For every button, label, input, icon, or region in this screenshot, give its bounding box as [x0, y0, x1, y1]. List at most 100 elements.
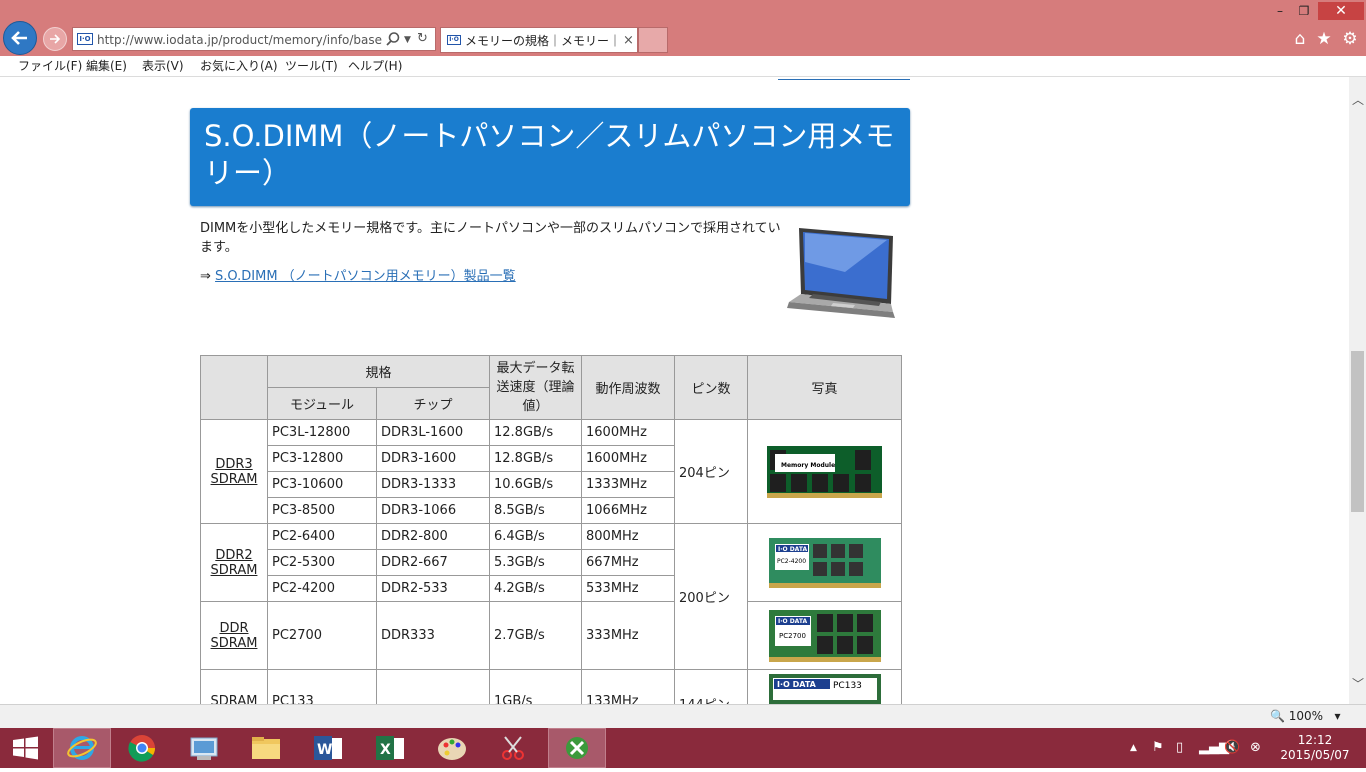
taskbar-snipping-tool[interactable] — [485, 728, 543, 768]
pins-cell-sdram: 144ピン — [674, 669, 748, 704]
clock-date: 2015/05/07 — [1280, 748, 1350, 762]
address-url[interactable]: http://www.iodata.jp/product/memory/info… — [97, 32, 382, 48]
corner-header-cell — [200, 355, 268, 420]
taskbar-word[interactable]: W — [299, 728, 357, 768]
module-cell: PC3-10600 — [267, 471, 377, 498]
scrollbar-thumb[interactable] — [1351, 351, 1364, 512]
type-link-ddr2[interactable]: DDR2 SDRAM — [211, 548, 258, 578]
menu-favorites[interactable]: お気に入り(A) — [200, 58, 278, 74]
favorites-star-icon[interactable]: ★ — [1314, 29, 1334, 49]
type-cell-sdram: SDRAM — [200, 669, 268, 704]
module-label-sub: PC2700 — [779, 632, 806, 640]
freq-cell: 533MHz — [581, 575, 675, 602]
settings-gear-icon[interactable]: ⚙ — [1340, 29, 1360, 49]
pins-cell-ddr3: 204ピン — [674, 419, 748, 524]
memory-module-ddr2-image: I·O DATA PC2-4200 — [768, 537, 881, 588]
laptop-image — [787, 228, 895, 318]
taskbar-file-explorer[interactable] — [237, 728, 295, 768]
rate-cell: 5.3GB/s — [489, 549, 582, 576]
browser-titlebar: I·O http://www.iodata.jp/product/memory/… — [0, 0, 1366, 56]
freq-cell: 1066MHz — [581, 497, 675, 524]
chip-cell: DDR3-1066 — [376, 497, 490, 524]
volume-muted-icon[interactable]: 🔇 — [1224, 740, 1240, 756]
back-button[interactable] — [3, 21, 37, 55]
photo-cell-ddr3: Memory Module — [747, 419, 902, 524]
restore-button[interactable]: ❐ — [1292, 2, 1316, 20]
type-link-ddr3[interactable]: DDR3 SDRAM — [211, 457, 258, 487]
rate-cell: 6.4GB/s — [489, 523, 582, 550]
zoom-dropdown-icon[interactable]: ▾ — [1327, 709, 1341, 723]
notification-icon[interactable]: ⊗ — [1250, 740, 1261, 756]
desktop-app-icon — [190, 737, 218, 760]
address-bar[interactable]: I·O http://www.iodata.jp/product/memory/… — [72, 27, 436, 51]
tray-overflow-icon[interactable]: ▲ — [1130, 740, 1137, 756]
minimize-button[interactable]: – — [1268, 2, 1292, 20]
rate-cell: 8.5GB/s — [489, 497, 582, 524]
chip-cell: DDR3L-1600 — [376, 419, 490, 446]
refresh-icon[interactable]: ↻ — [417, 31, 428, 47]
paint-palette-icon — [438, 738, 466, 760]
taskbar-remote-desktop[interactable] — [175, 728, 233, 768]
module-label-sub: PC133 — [833, 681, 862, 691]
module-label-text: I·O DATA — [778, 546, 807, 553]
tab-active[interactable]: I·O メモリーの規格｜メモリー｜IO... × — [440, 27, 638, 53]
header-pins: ピン数 — [674, 355, 748, 420]
menu-view[interactable]: 表示(V) — [142, 58, 184, 74]
rate-cell: 2.7GB/s — [489, 601, 582, 670]
header-module: モジュール — [267, 387, 377, 420]
section-description: DIMMを小型化したメモリー規格です。主にノートパソコンや一部のスリムパソコンで… — [200, 221, 781, 255]
type-cell-ddr2: DDR2 SDRAM — [200, 523, 268, 602]
search-icon[interactable] — [385, 31, 401, 47]
chip-cell: DDR2-533 — [376, 575, 490, 602]
taskbar-chrome[interactable] — [113, 728, 171, 768]
forward-button[interactable] — [43, 27, 67, 51]
product-link-row: ⇒ S.O.DIMM （ノートパソコン用メモリー）製品一覧 — [200, 268, 516, 286]
tab-title: メモリーの規格｜メモリー｜IO... — [465, 34, 620, 48]
taskbar-active-app[interactable] — [548, 728, 606, 768]
module-label-text: I·O DATA — [778, 618, 807, 625]
module-cell: PC2-4200 — [267, 575, 377, 602]
memory-module-sdram-image: I·O DATA PC133 — [768, 674, 881, 704]
table-row: DDR3 SDRAM PC3L-12800 DDR3L-1600 12.8GB/… — [200, 419, 902, 524]
menu-help[interactable]: ヘルプ(H) — [348, 58, 402, 74]
clock[interactable]: 12:12 2015/05/07 — [1280, 733, 1350, 763]
zoom-control[interactable]: 🔍 100% ▾ — [1270, 708, 1341, 724]
header-standard: 規格 — [267, 355, 490, 388]
action-center-flag-icon[interactable]: ⚑ — [1152, 740, 1164, 756]
header-frequency: 動作周波数 — [581, 355, 675, 420]
header-max-rate: 最大データ転送速度（理論値） — [489, 355, 582, 420]
taskbar-excel[interactable]: X — [361, 728, 419, 768]
dropdown-arrow-icon[interactable]: ▼ — [404, 32, 411, 48]
freq-cell: 1600MHz — [581, 419, 675, 446]
module-cell: PC3-8500 — [267, 497, 377, 524]
start-button[interactable] — [0, 728, 58, 768]
previous-section-link[interactable] — [778, 77, 910, 80]
freq-cell: 1600MHz — [581, 445, 675, 472]
freq-cell: 667MHz — [581, 549, 675, 576]
vertical-scrollbar[interactable]: ︿ ﹀ — [1349, 77, 1366, 704]
scroll-down-icon[interactable]: ﹀ — [1352, 675, 1364, 692]
memory-module-ddr3-image: Memory Module — [767, 445, 882, 498]
product-list-link[interactable]: S.O.DIMM （ノートパソコン用メモリー）製品一覧 — [215, 269, 516, 284]
new-tab-button[interactable] — [638, 27, 668, 53]
tab-favicon-icon: I·O — [447, 35, 461, 45]
close-window-button[interactable]: ✕ — [1318, 2, 1364, 20]
rate-cell: 12.8GB/s — [489, 419, 582, 446]
home-icon[interactable]: ⌂ — [1290, 29, 1310, 49]
menu-file[interactable]: ファイル(F) — [18, 58, 82, 74]
rate-cell: 10.6GB/s — [489, 471, 582, 498]
header-photo: 写真 — [747, 355, 902, 420]
type-link-ddr[interactable]: DDR SDRAM — [211, 621, 258, 651]
tab-close-icon[interactable]: × — [623, 33, 634, 49]
taskbar-ie[interactable] — [53, 728, 111, 768]
taskbar-paint[interactable] — [423, 728, 481, 768]
menu-edit[interactable]: 編集(E) — [86, 58, 127, 74]
module-cell: PC3-12800 — [267, 445, 377, 472]
module-label-sub: PC2-4200 — [777, 558, 806, 565]
photo-cell-sdram: I·O DATA PC133 — [747, 669, 902, 704]
scroll-up-icon[interactable]: ︿ — [1352, 91, 1364, 108]
battery-icon[interactable]: ▯ — [1176, 740, 1183, 756]
zoom-icon: 🔍 — [1270, 709, 1285, 723]
menu-tools[interactable]: ツール(T) — [285, 58, 338, 74]
clock-time: 12:12 — [1297, 733, 1333, 747]
